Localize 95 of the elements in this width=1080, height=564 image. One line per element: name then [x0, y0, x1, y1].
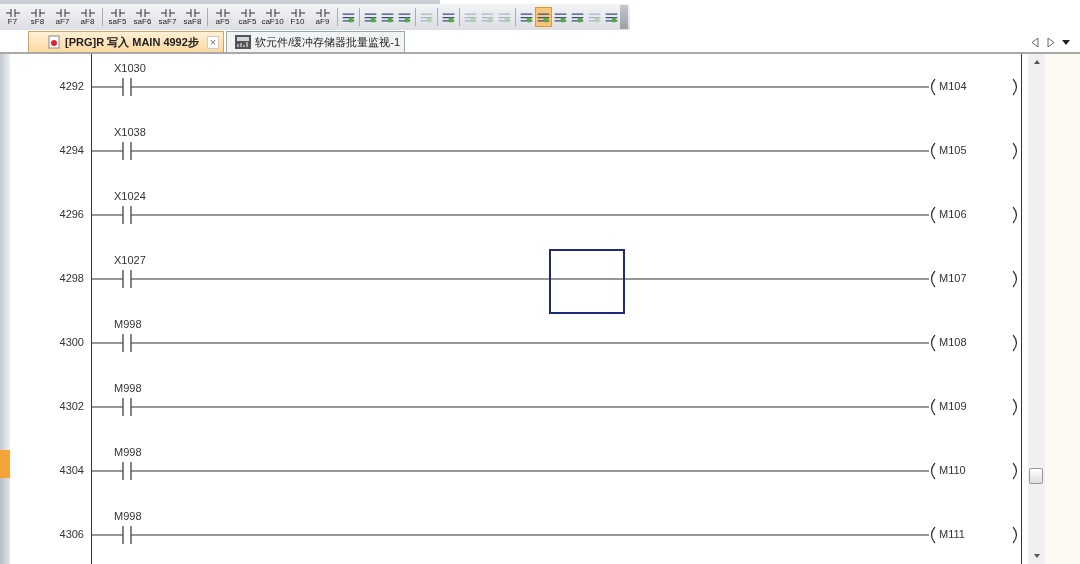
ladder-rung[interactable]: 4304 M998 M110: [10, 438, 1021, 502]
scroll-thumb[interactable]: [1029, 468, 1043, 484]
coil-label: M108: [939, 336, 967, 348]
contact-symbol[interactable]: [92, 525, 930, 545]
contact-symbol[interactable]: [92, 461, 930, 481]
coil-label: M109: [939, 400, 967, 412]
contact-label: X1027: [114, 254, 146, 266]
coil-bracket: [930, 398, 936, 416]
coil-label: M110: [939, 464, 966, 476]
contact-icon: [5, 8, 20, 17]
step-number: 4300: [58, 335, 84, 350]
contact-symbol[interactable]: [92, 141, 930, 161]
coil-label: M111: [939, 528, 965, 540]
scroll-down-icon[interactable]: [1033, 554, 1040, 558]
ladder-rung[interactable]: 4296 X1024 M106: [10, 182, 1021, 246]
step-number: 4302: [58, 399, 84, 414]
toolbar-button[interactable]: aF8: [75, 5, 100, 29]
toolbar-button[interactable]: saF8: [180, 5, 205, 29]
vertical-scrollbar[interactable]: [1028, 54, 1045, 564]
document-tab[interactable]: 软元件/缓冲存储器批量监视-1: [226, 31, 406, 52]
contact-label: X1030: [114, 62, 146, 74]
ladder-rung[interactable]: 4294 X1038 M105: [10, 118, 1021, 182]
ladder-rung[interactable]: 4302 M998 M109: [10, 374, 1021, 438]
coil-bracket: [930, 206, 936, 224]
coil-bracket: [1012, 462, 1018, 480]
contact-icon: [315, 8, 330, 17]
step-number: 4304: [58, 463, 84, 478]
toolbar-button[interactable]: sF8: [25, 5, 50, 29]
toolbar-button[interactable]: [535, 7, 552, 27]
toolbar-button[interactable]: aF7: [50, 5, 75, 29]
contact-icon: [160, 8, 175, 17]
coil-bracket: [1012, 78, 1018, 96]
dropdown-icon[interactable]: [1062, 40, 1070, 45]
contact-label: X1038: [114, 126, 146, 138]
coil-label: M104: [939, 80, 967, 92]
ladder-rung[interactable]: 4300 M998 M108: [10, 310, 1021, 374]
coil-bracket: [930, 526, 936, 544]
contact-icon: [30, 8, 45, 17]
contact-symbol[interactable]: [92, 205, 930, 225]
coil-bracket: [930, 270, 936, 288]
coil-label: M106: [939, 208, 967, 220]
coil-bracket: [930, 142, 936, 160]
contact-label: M998: [114, 510, 142, 522]
scroll-right-icon[interactable]: [1047, 38, 1054, 47]
contact-symbol[interactable]: [92, 269, 930, 289]
toolbar-button[interactable]: aF9: [310, 5, 335, 29]
step-number: 4292: [58, 79, 84, 94]
coil-bracket: [1012, 206, 1018, 224]
coil-bracket: [1012, 270, 1018, 288]
scroll-left-icon[interactable]: [1032, 38, 1039, 47]
ladder-rung[interactable]: 4298 X1027 M107: [10, 246, 1021, 310]
coil-bracket: [930, 462, 936, 480]
toolbar-button[interactable]: caF10: [260, 5, 285, 29]
contact-icon: [55, 8, 70, 17]
contact-icon: [135, 8, 150, 17]
contact-icon: [185, 8, 200, 17]
step-number: 4294: [58, 143, 84, 158]
step-number: 4296: [58, 207, 84, 222]
ladder-rung[interactable]: 4306 M998 M111: [10, 502, 1021, 564]
coil-bracket: [930, 334, 936, 352]
contact-symbol[interactable]: [92, 397, 930, 417]
coil-bracket: [1012, 398, 1018, 416]
scroll-up-icon[interactable]: [1033, 60, 1040, 64]
contact-label: M998: [114, 382, 142, 394]
close-button[interactable]: ×: [206, 35, 220, 49]
coil-label: M105: [939, 144, 967, 156]
toolbar-button[interactable]: caF5: [235, 5, 260, 29]
contact-icon: [265, 8, 280, 17]
contact-symbol[interactable]: [92, 77, 930, 97]
monitor-icon: [235, 35, 252, 49]
toolbar-button[interactable]: saF7: [155, 5, 180, 29]
coil-bracket: [1012, 526, 1018, 544]
step-number: 4298: [58, 271, 84, 286]
toolbar-button[interactable]: F10: [285, 5, 310, 29]
document-icon: [47, 35, 61, 49]
contact-label: M998: [114, 446, 142, 458]
contact-icon: [80, 8, 95, 17]
toolbar-button[interactable]: saF6: [130, 5, 155, 29]
coil-bracket: [1012, 334, 1018, 352]
contact-label: X1024: [114, 190, 146, 202]
step-number: 4306: [58, 527, 84, 542]
toolbar-button[interactable]: aF5: [210, 5, 235, 29]
contact-symbol[interactable]: [92, 333, 930, 353]
contact-icon: [110, 8, 125, 17]
contact-icon: [290, 8, 305, 17]
toolbar-button[interactable]: F7: [0, 5, 25, 29]
contact-label: M998: [114, 318, 142, 330]
ladder-rung[interactable]: 4292 X1030 M104: [10, 54, 1021, 118]
toolbar-button[interactable]: saF5: [105, 5, 130, 29]
contact-icon: [240, 8, 255, 17]
coil-label: M107: [939, 272, 967, 284]
coil-bracket: [1012, 142, 1018, 160]
coil-bracket: [930, 78, 936, 96]
contact-icon: [215, 8, 230, 17]
document-tab[interactable]: [PRG]R 写入 MAIN 4992步 ×: [28, 31, 225, 52]
